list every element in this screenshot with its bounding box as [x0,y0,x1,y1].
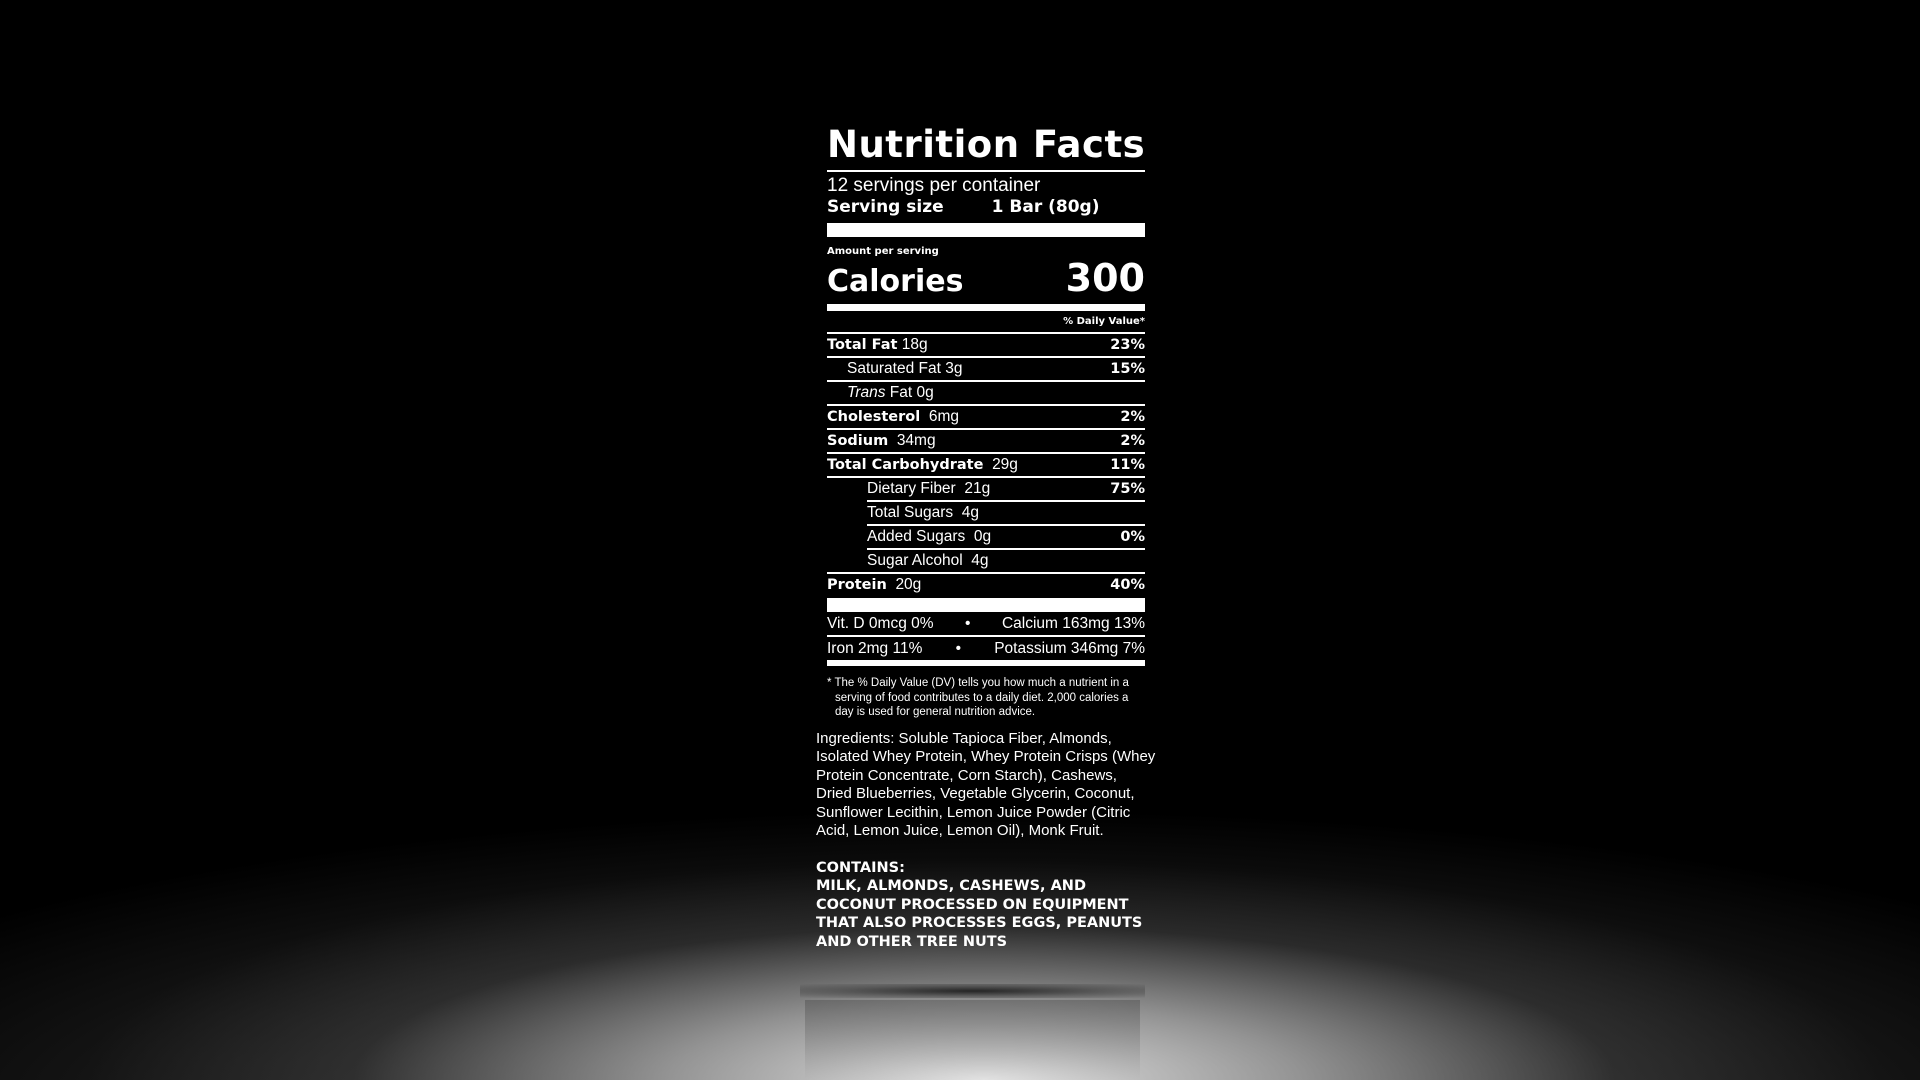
nutrient-name-italic: Trans [847,384,886,401]
daily-value-header: % Daily Value* [827,311,1145,334]
label-shadow [800,984,1145,998]
daily-value-footnote: * The % Daily Value (DV) tells you how m… [827,677,1129,718]
nutrient-row-total-sugars: Total Sugars 4g [867,502,1145,526]
nutrient-dv: 0% [1120,529,1145,545]
nutrient-name: Added Sugars [867,528,966,545]
calories-label: Calories [827,264,964,299]
nutrient-name: Saturated Fat [847,360,941,377]
nutrient-row-saturated-fat: Saturated Fat 3g 15% [827,358,1145,382]
nutrient-amount: 0g [973,528,992,545]
nutrient-dv: 40% [1110,577,1145,593]
nutrient-dv: 11% [1110,457,1145,473]
potassium: Potassium 346mg 7% [994,639,1145,657]
nutrient-dv: 15% [1110,361,1145,377]
serving-size-value: 1 Bar (80g) [991,197,1100,217]
allergen-heading: CONTAINS: [816,860,905,876]
nutrient-row-total-carbohydrate: Total Carbohydrate 29g 11% [827,454,1145,478]
nutrient-name: Sugar Alcohol [867,552,963,569]
nutrient-dv: 2% [1120,433,1145,449]
nutrient-name: Total Carbohydrate [827,457,984,473]
calories-row: Calories 300 [827,256,1145,300]
nutrient-row-sugar-alcohol: Sugar Alcohol 4g [827,550,1145,574]
thick-divider [827,598,1145,612]
allergen-statement: CONTAINS: MILK, ALMONDS, CASHEWS, AND CO… [816,859,1156,951]
nutrient-row-protein: Protein 20g 40% [827,574,1145,596]
calories-value: 300 [1065,256,1145,300]
floor-reflection [805,1000,1140,1080]
nutrient-amount: 21g [964,480,991,497]
nutrient-name: Cholesterol [827,409,921,425]
nutrient-name: Protein [827,577,887,593]
nutrient-name: Total Sugars [867,504,954,521]
nutrient-row-total-fat: Total Fat 18g 23% [827,334,1145,358]
nutrient-amount: 18g [901,336,928,353]
vitamin-d: Vit. D 0mcg 0% [827,614,934,632]
nutrient-name: Sodium [827,433,889,449]
bullet-separator: • [955,639,961,657]
nutrition-title: Nutrition Facts [827,124,1145,172]
vitamin-row-2: Iron 2mg 11% • Potassium 346mg 7% [827,637,1145,666]
bullet-separator: • [965,614,971,632]
nutrient-amount: 29g [992,456,1018,473]
nutrient-name: Fat [889,384,913,401]
nutrient-amount: 0g [916,384,934,401]
vitamin-row-1: Vit. D 0mcg 0% • Calcium 163mg 13% [827,612,1145,637]
nutrient-amount: 20g [895,576,922,593]
allergen-text: MILK, ALMONDS, CASHEWS, AND COCONUT PROC… [816,878,1143,950]
nutrient-name: Total Fat [827,337,898,353]
thick-divider [827,223,1145,237]
nutrient-name: Dietary Fiber [867,480,956,497]
nutrient-row-cholesterol: Cholesterol 6mg 2% [827,406,1145,430]
nutrient-dv: 75% [1110,481,1145,497]
nutrient-dv: 23% [1110,337,1145,353]
nutrient-row-trans-fat: Trans Fat 0g [827,382,1145,406]
nutrient-amount: 4g [961,504,980,521]
nutrient-row-dietary-fiber: Dietary Fiber 21g 75% [867,478,1145,502]
servings-per-container: 12 servings per container [827,175,1041,196]
nutrient-row-added-sugars: Added Sugars 0g 0% [867,526,1145,550]
calcium: Calcium 163mg 13% [1001,614,1145,632]
nutrient-amount: 4g [971,552,989,569]
nutrition-facts-panel: Nutrition Facts 12 servings per containe… [827,124,1145,720]
nutrient-amount: 3g [945,360,963,377]
serving-size-label: Serving size [827,197,944,217]
iron: Iron 2mg 11% [827,639,923,657]
nutrient-amount: 6mg [928,408,959,425]
nutrient-amount: 34mg [896,432,936,449]
nutrient-dv: 2% [1120,409,1145,425]
serving-size-row: Serving size 1 Bar (80g) [827,197,1145,217]
nutrient-row-sodium: Sodium 34mg 2% [827,430,1145,454]
ingredients-list: Ingredients: Soluble Tapioca Fiber, Almo… [816,730,1156,840]
medium-divider [827,304,1145,311]
